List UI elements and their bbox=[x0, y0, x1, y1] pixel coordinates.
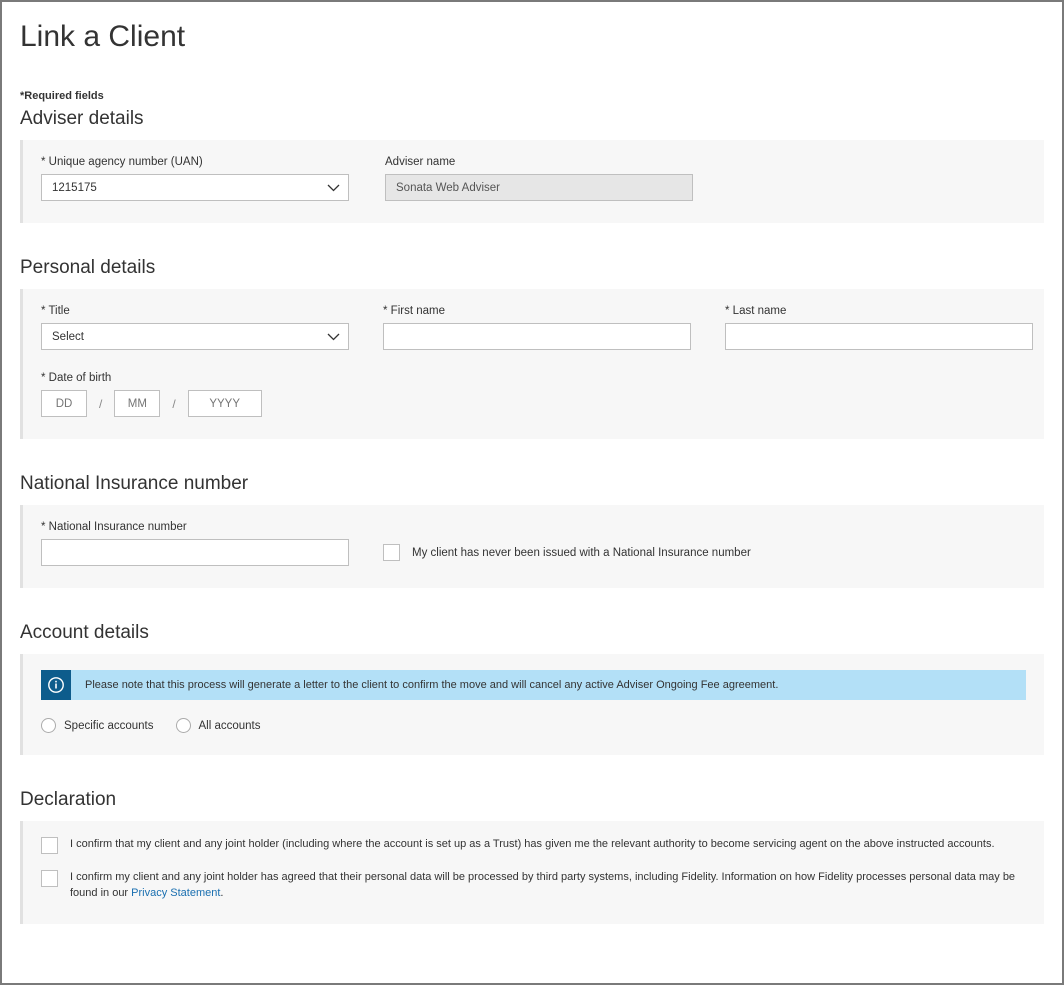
section-title-declaration: Declaration bbox=[20, 789, 1044, 811]
no-ni-checkbox-label: My client has never been issued with a N… bbox=[412, 547, 751, 559]
dob-separator: / bbox=[99, 397, 102, 411]
radio-all-accounts[interactable] bbox=[176, 718, 191, 733]
first-name-label: * First name bbox=[383, 305, 691, 317]
info-banner: Please note that this process will gener… bbox=[41, 670, 1026, 700]
section-title-adviser: Adviser details bbox=[20, 108, 1044, 130]
dob-day-input[interactable] bbox=[41, 390, 87, 417]
no-ni-checkbox[interactable] bbox=[383, 544, 400, 561]
last-name-input[interactable] bbox=[725, 323, 1033, 350]
adviser-name-field: Sonata Web Adviser bbox=[385, 174, 693, 201]
account-details-panel: Please note that this process will gener… bbox=[20, 654, 1044, 755]
uan-select-value: 1215175 bbox=[52, 182, 97, 194]
uan-select[interactable]: 1215175 bbox=[41, 174, 349, 201]
dob-year-input[interactable] bbox=[188, 390, 262, 417]
chevron-down-icon bbox=[327, 333, 340, 341]
declaration-text-1: I confirm that my client and any joint h… bbox=[70, 837, 995, 854]
privacy-statement-link[interactable]: Privacy Statement bbox=[131, 887, 220, 899]
section-title-ni: National Insurance number bbox=[20, 473, 1044, 495]
section-title-account: Account details bbox=[20, 622, 1044, 644]
dob-separator: / bbox=[172, 397, 175, 411]
section-title-personal: Personal details bbox=[20, 257, 1044, 279]
radio-specific-label: Specific accounts bbox=[64, 720, 154, 732]
dob-month-input[interactable] bbox=[114, 390, 160, 417]
last-name-label: * Last name bbox=[725, 305, 1033, 317]
uan-label: * Unique agency number (UAN) bbox=[41, 156, 351, 168]
info-banner-text: Please note that this process will gener… bbox=[71, 679, 788, 691]
radio-specific-accounts[interactable] bbox=[41, 718, 56, 733]
adviser-name-label: Adviser name bbox=[385, 156, 695, 168]
title-label: * Title bbox=[41, 305, 349, 317]
declaration-panel: I confirm that my client and any joint h… bbox=[20, 821, 1044, 924]
adviser-details-panel: * Unique agency number (UAN) 1215175 Adv… bbox=[20, 140, 1044, 223]
adviser-name-value: Sonata Web Adviser bbox=[396, 182, 500, 194]
chevron-down-icon bbox=[327, 184, 340, 192]
info-icon bbox=[41, 670, 71, 700]
required-fields-note: *Required fields bbox=[20, 90, 1044, 102]
page-title: Link a Client bbox=[20, 20, 1044, 54]
radio-all-label: All accounts bbox=[199, 720, 261, 732]
ni-panel: * National Insurance number My client ha… bbox=[20, 505, 1044, 588]
declaration-checkbox-2[interactable] bbox=[41, 870, 58, 887]
declaration-checkbox-1[interactable] bbox=[41, 837, 58, 854]
declaration-text-2: I confirm my client and any joint holder… bbox=[70, 870, 1026, 902]
ni-number-label: * National Insurance number bbox=[41, 521, 349, 533]
first-name-input[interactable] bbox=[383, 323, 691, 350]
title-select-value: Select bbox=[52, 331, 84, 343]
ni-number-input[interactable] bbox=[41, 539, 349, 566]
personal-details-panel: * Title Select * First name * Last name … bbox=[20, 289, 1044, 439]
dob-label: * Date of birth bbox=[41, 372, 1026, 384]
title-select[interactable]: Select bbox=[41, 323, 349, 350]
declaration-text-2b: . bbox=[220, 887, 223, 899]
